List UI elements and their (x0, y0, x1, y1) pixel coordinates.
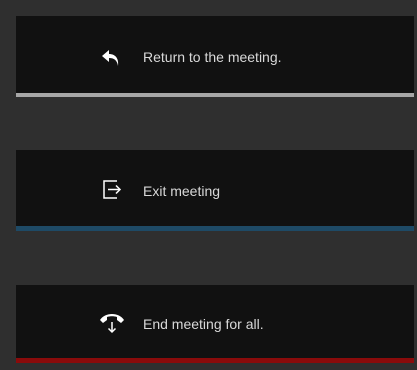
return-accent-bar (16, 93, 414, 97)
return-to-meeting-button[interactable]: Return to the meeting. (16, 16, 414, 97)
end-accent-bar (16, 358, 414, 363)
exit-accent-bar (16, 226, 414, 231)
leave-meeting-panel: Return to the meeting. Exit meeting End … (0, 0, 417, 370)
hang-up-phone-icon (96, 306, 128, 338)
end-meeting-for-all-button[interactable]: End meeting for all. (16, 285, 414, 363)
end-meeting-for-all-label: End meeting for all. (143, 316, 264, 332)
exit-door-icon (96, 172, 128, 204)
exit-meeting-button[interactable]: Exit meeting (16, 150, 414, 231)
return-arrow-icon (96, 42, 128, 74)
exit-meeting-label: Exit meeting (143, 183, 221, 199)
return-to-meeting-label: Return to the meeting. (143, 49, 282, 65)
